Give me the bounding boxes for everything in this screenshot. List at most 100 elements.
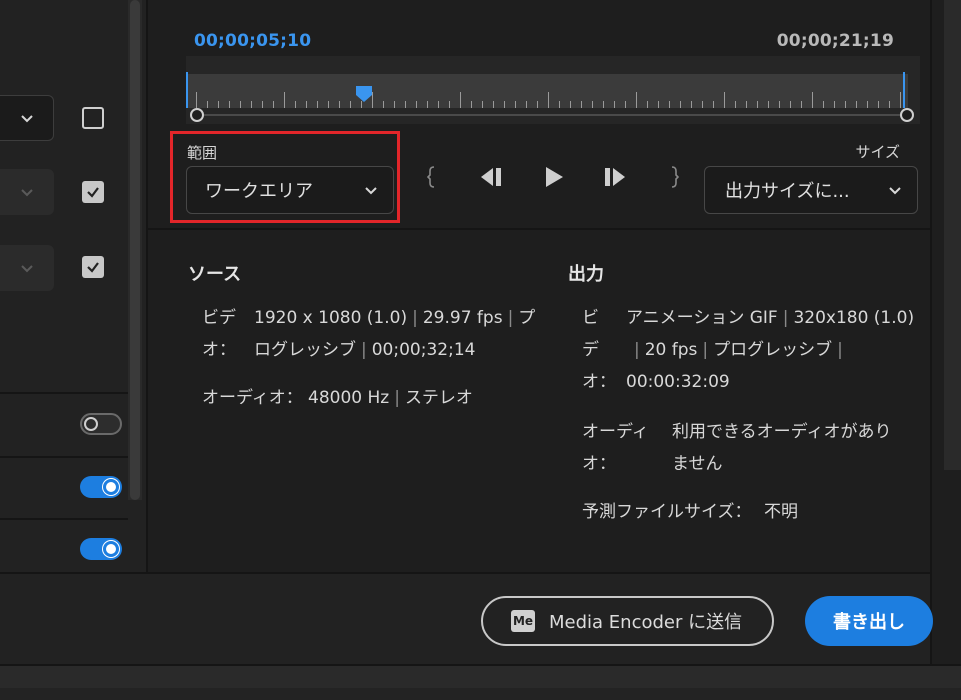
ruler-tick <box>636 92 637 108</box>
ruler-tick <box>680 101 681 108</box>
setting-toggle-3[interactable] <box>80 538 122 560</box>
source-video-duration: 00;00;32;14 <box>371 340 476 360</box>
source-video-tail: プ <box>518 308 536 328</box>
setting-dropdown-1[interactable] <box>0 95 54 141</box>
setting-toggle-1[interactable] <box>80 413 122 435</box>
output-video-format: アニメーション GIF <box>626 308 778 328</box>
output-video-key-cont: デ <box>582 340 599 360</box>
ruler-tick <box>394 101 395 108</box>
ruler-tick <box>339 101 340 108</box>
ruler-tick <box>768 101 769 108</box>
scrollbar[interactable] <box>128 0 142 500</box>
ruler-tick <box>900 92 901 108</box>
ruler-tick <box>548 92 549 108</box>
divider <box>0 456 128 458</box>
settings-panel <box>0 0 148 572</box>
set-out-point-button[interactable] <box>666 162 682 192</box>
output-audio-key-cont: オ： <box>582 454 616 474</box>
source-video-key-cont: オ： <box>202 340 236 360</box>
ruler-tick <box>229 101 230 108</box>
ruler-tick <box>317 101 318 108</box>
send-to-media-encoder-button[interactable]: Me Media Encoder に送信 <box>481 596 774 646</box>
step-back-button[interactable] <box>474 162 508 192</box>
size-label: サイズ <box>855 143 900 161</box>
ruler-tick <box>603 101 604 108</box>
chevron-down-icon <box>20 115 33 123</box>
ruler-tick <box>273 101 274 108</box>
ruler-tick <box>735 101 736 108</box>
current-timecode[interactable]: 00;00;05;10 <box>194 31 311 51</box>
setting-checkbox-3[interactable] <box>82 256 104 278</box>
output-video-key-cont2: オ： <box>582 372 616 392</box>
ruler-tick <box>328 101 329 108</box>
source-audio-channels: ステレオ <box>404 388 473 408</box>
scrollbar-thumb[interactable] <box>130 0 140 500</box>
range-end-handle[interactable] <box>900 108 914 122</box>
range-dropdown[interactable]: ワークエリア <box>186 166 394 214</box>
ruler-tick <box>592 101 593 108</box>
ruler-tick <box>867 101 868 108</box>
export-button[interactable]: 書き出し <box>805 596 933 646</box>
source-video-info: ビデ 1920 x 1080 (1.0) | 29.97 fps | プ オ： ログレッシブ… <box>202 302 535 366</box>
set-in-point-button[interactable] <box>424 162 440 192</box>
ruler-tick <box>845 101 846 108</box>
ruler-tick <box>823 101 824 108</box>
ruler-tick <box>350 101 351 108</box>
ruler-tick <box>482 101 483 108</box>
output-title: 出力 <box>568 264 604 285</box>
step-forward-button[interactable] <box>598 162 632 192</box>
ruler-tick <box>713 101 714 108</box>
timeline-ruler <box>188 88 908 108</box>
ruler-tick <box>537 101 538 108</box>
ruler-tick <box>515 101 516 108</box>
ruler-tick <box>724 92 725 108</box>
size-dropdown[interactable]: 出力サイズに... <box>704 166 918 214</box>
source-video-fps: 29.97 fps <box>422 308 503 328</box>
setting-toggle-2[interactable] <box>80 476 122 498</box>
output-video-fps: 20 fps <box>644 340 698 360</box>
source-title: ソース <box>188 264 242 285</box>
ruler-tick <box>306 101 307 108</box>
ruler-tick <box>625 101 626 108</box>
ruler-tick <box>504 101 505 108</box>
playhead-icon[interactable] <box>355 86 373 102</box>
ruler-tick <box>702 101 703 108</box>
in-point-icon <box>427 166 435 188</box>
bottom-bar <box>0 664 961 700</box>
checkmark-icon <box>87 187 99 198</box>
range-start-handle[interactable] <box>190 108 204 122</box>
source-audio-rate: 48000 Hz <box>308 388 390 408</box>
setting-dropdown-2[interactable] <box>0 169 54 215</box>
ruler-tick <box>416 101 417 108</box>
source-audio-info: オーディオ： 48000 Hz | ステレオ <box>202 382 473 414</box>
ruler-tick <box>647 101 648 108</box>
divider <box>0 518 128 520</box>
setting-checkbox-1[interactable] <box>82 107 104 129</box>
ruler-tick <box>295 101 296 108</box>
export-dialog: 00;00;05;10 00;00;21;19 範囲 ワークエリア サイズ 出力… <box>0 0 961 700</box>
ruler-tick <box>790 101 791 108</box>
source-video-scan: ログレッシブ <box>254 340 356 360</box>
ruler-tick <box>669 101 670 108</box>
ruler-tick <box>889 101 890 108</box>
ruler-tick <box>383 101 384 108</box>
chevron-down-icon <box>889 187 901 195</box>
output-audio-value-cont: ません <box>672 454 723 474</box>
checkmark-icon <box>87 262 99 273</box>
ruler-tick <box>658 101 659 108</box>
ruler-tick <box>834 101 835 108</box>
ruler-tick <box>757 101 758 108</box>
scrollbar[interactable] <box>944 0 961 470</box>
source-video-resolution: 1920 x 1080 (1.0) <box>254 308 408 328</box>
output-video-scan: プログレッシブ <box>713 340 833 360</box>
setting-dropdown-3[interactable] <box>0 245 54 291</box>
size-dropdown-value: 出力サイズに... <box>725 181 850 202</box>
source-video-key: ビデ <box>202 308 236 328</box>
play-button[interactable] <box>538 162 568 192</box>
output-video-info: ビアニメーション GIF | 320x180 (1.0) デ | 20 fps | プログレ… <box>582 302 914 398</box>
setting-checkbox-2[interactable] <box>82 181 104 203</box>
play-icon <box>546 167 563 187</box>
ruler-tick <box>493 101 494 108</box>
output-video-key: ビ <box>582 308 599 328</box>
ruler-tick <box>614 101 615 108</box>
